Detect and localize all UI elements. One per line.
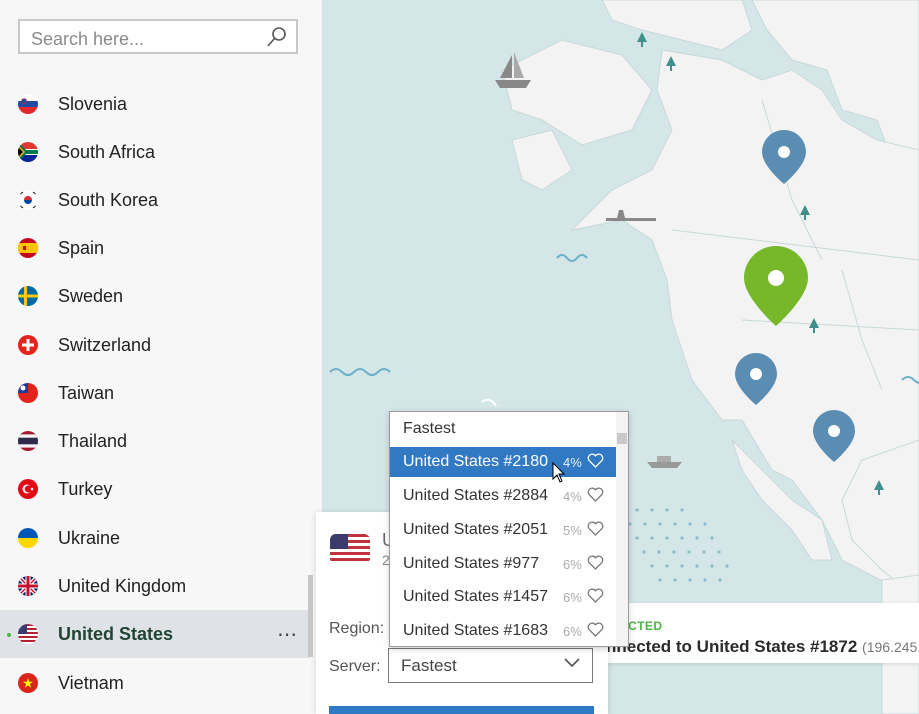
- heart-icon[interactable]: [587, 555, 604, 570]
- chevron-down-icon: [564, 658, 580, 668]
- sweden-flag-icon: [18, 286, 38, 306]
- server-select-value: Fastest: [401, 656, 457, 675]
- heart-icon[interactable]: [587, 453, 604, 468]
- server-dropdown-list[interactable]: Fastest United States #2180 4% United St…: [389, 411, 629, 647]
- country-item-switzerland[interactable]: Switzerland: [0, 321, 322, 369]
- country-name: Taiwan: [58, 382, 115, 403]
- server-option-label: United States #977: [403, 555, 540, 572]
- country-item-sweden[interactable]: Sweden: [0, 272, 322, 320]
- server-option[interactable]: United States #1683 6%: [390, 616, 616, 646]
- taiwan-flag-icon: [18, 383, 38, 403]
- united-states-flag-icon: [18, 624, 38, 644]
- country-name: Switzerland: [58, 334, 152, 355]
- country-name: Spain: [58, 237, 105, 258]
- dropdown-scrollbar-track[interactable]: [616, 412, 628, 646]
- country-name: Turkey: [58, 478, 113, 499]
- server-select[interactable]: Fastest: [388, 648, 593, 683]
- region-label: Region:: [329, 620, 385, 637]
- server-option-label: United States #2884: [403, 487, 548, 504]
- country-item-ukraine[interactable]: Ukraine: [0, 514, 322, 562]
- south-africa-flag-icon: [18, 142, 38, 162]
- switzerland-flag-icon: [18, 335, 38, 355]
- country-item-south-korea[interactable]: South Korea: [0, 176, 322, 224]
- search-icon[interactable]: [266, 26, 288, 48]
- country-item-spain[interactable]: Spain: [0, 224, 322, 272]
- server-option-label: United States #2051: [403, 521, 548, 538]
- turkey-flag-icon: [18, 479, 38, 499]
- vietnam-flag-icon: [18, 673, 38, 693]
- country-name: South Korea: [58, 189, 159, 210]
- country-item-slovenia[interactable]: Slovenia: [0, 80, 322, 128]
- server-option-label: Fastest: [403, 420, 456, 437]
- connection-status-card: TECTED nnected to United States #1872 (1…: [600, 603, 919, 663]
- server-load: 4%: [563, 489, 582, 504]
- server-option-label: United States #1457: [403, 588, 548, 605]
- country-name: South Africa: [58, 141, 156, 162]
- country-item-turkey[interactable]: Turkey: [0, 465, 322, 513]
- search-input[interactable]: [29, 27, 263, 51]
- heart-icon[interactable]: [587, 622, 604, 637]
- server-option-fastest[interactable]: Fastest: [390, 414, 616, 444]
- connect-button[interactable]: [329, 706, 594, 714]
- heart-icon[interactable]: [587, 487, 604, 502]
- server-load: 6%: [563, 624, 582, 639]
- server-option[interactable]: United States #977 6%: [390, 549, 616, 579]
- server-option-label: United States #1683: [403, 622, 548, 639]
- country-name: United States: [58, 623, 174, 644]
- server-load: 6%: [563, 557, 582, 572]
- country-name: Vietnam: [58, 672, 124, 693]
- connected-indicator: [7, 633, 11, 637]
- slovenia-flag-icon: [18, 94, 38, 114]
- mouse-cursor-icon: [552, 462, 566, 483]
- country-name: United Kingdom: [58, 575, 187, 596]
- server-option[interactable]: United States #2051 5%: [390, 515, 616, 545]
- country-item-south-africa[interactable]: South Africa: [0, 128, 322, 176]
- connection-text: nnected to United States #1872 (196.245.: [606, 637, 919, 657]
- ukraine-flag-icon: [18, 528, 38, 548]
- server-load: 5%: [563, 523, 582, 538]
- search-box[interactable]: [18, 19, 298, 54]
- country-item-thailand[interactable]: Thailand: [0, 417, 322, 465]
- country-sidebar: Slovenia South Africa South Korea Spain …: [0, 0, 322, 714]
- country-name: Ukraine: [58, 527, 121, 548]
- south-korea-flag-icon: [18, 190, 38, 210]
- sidebar-scrollbar[interactable]: [308, 575, 313, 657]
- country-item-united-states[interactable]: United States ⋯: [0, 610, 310, 658]
- connected-server: nnected to United States #1872: [606, 637, 858, 656]
- united-states-flag-icon: [330, 534, 370, 564]
- server-option-label: United States #2180: [403, 453, 548, 470]
- server-load: 6%: [563, 590, 582, 605]
- heart-icon[interactable]: [587, 588, 604, 603]
- ip-address: (196.245.: [862, 639, 919, 655]
- thailand-flag-icon: [18, 431, 38, 451]
- country-item-vietnam[interactable]: Vietnam: [0, 659, 322, 707]
- country-name: Slovenia: [58, 93, 128, 114]
- spain-flag-icon: [18, 238, 38, 258]
- united-kingdom-flag-icon: [18, 576, 38, 596]
- more-options-icon[interactable]: ⋯: [277, 622, 298, 647]
- country-name: Sweden: [58, 285, 124, 306]
- country-item-taiwan[interactable]: Taiwan: [0, 369, 322, 417]
- server-option[interactable]: United States #2180 4%: [390, 447, 616, 477]
- dropdown-scrollbar-thumb[interactable]: [617, 433, 627, 444]
- ship-icon: [647, 456, 682, 468]
- country-item-united-kingdom[interactable]: United Kingdom: [0, 562, 322, 610]
- server-option[interactable]: United States #2884 4%: [390, 481, 616, 511]
- country-name: Thailand: [58, 430, 128, 451]
- server-option[interactable]: United States #1457 6%: [390, 582, 616, 612]
- heart-icon[interactable]: [587, 521, 604, 536]
- server-label: Server:: [329, 658, 381, 675]
